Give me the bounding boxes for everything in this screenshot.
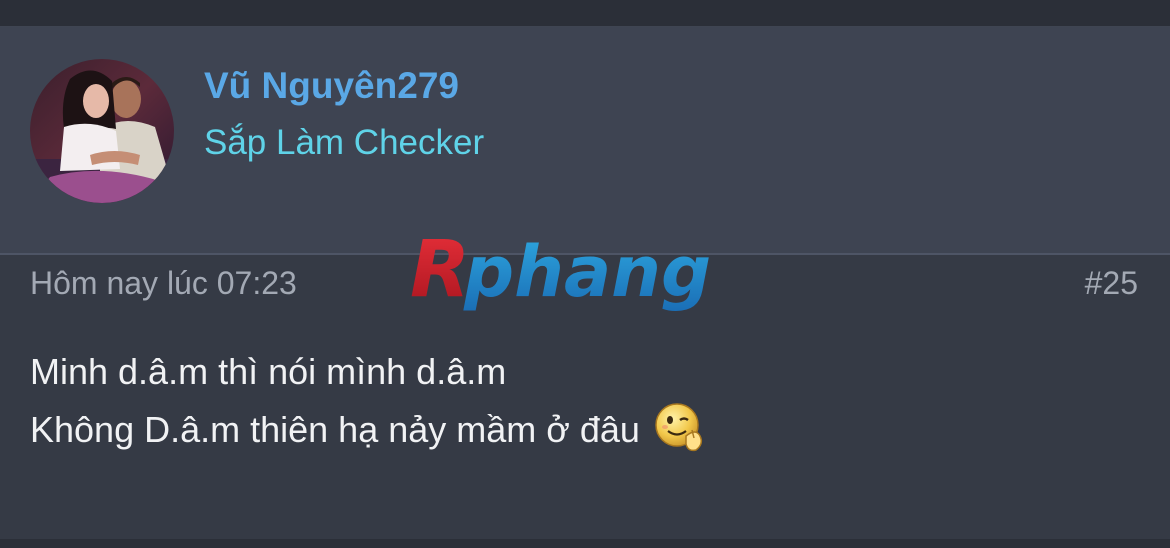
post-permalink-number[interactable]: #25 <box>1085 265 1138 302</box>
svg-text:phang: phang <box>463 232 711 313</box>
user-title: Sắp Làm Checker <box>204 123 485 162</box>
wink-thumbs-up-smiley-icon <box>652 400 708 456</box>
post-message-line-with-smiley: Không D.â.m thiên hạ nảy mầm ở đâu <box>30 401 708 460</box>
post-message-line: Minh d.â.m thì nói mình d.â.m <box>30 351 507 392</box>
post-message-body: Minh d.â.m thì nói mình d.â.m Không D.â.… <box>30 343 708 460</box>
avatar-photo <box>30 59 174 203</box>
rphang-watermark-logo: R phang <box>410 232 711 315</box>
post-timestamp[interactable]: Hôm nay lúc 07:23 <box>30 265 297 302</box>
user-avatar[interactable] <box>30 59 174 203</box>
post-user-header: Vũ Nguyên279 Sắp Làm Checker <box>0 27 1170 253</box>
post-message-line: Không D.â.m thiên hạ nảy mầm ở đâu <box>30 409 640 450</box>
username-link[interactable]: Vũ Nguyên279 <box>204 65 459 107</box>
svg-text:R: R <box>410 232 470 315</box>
